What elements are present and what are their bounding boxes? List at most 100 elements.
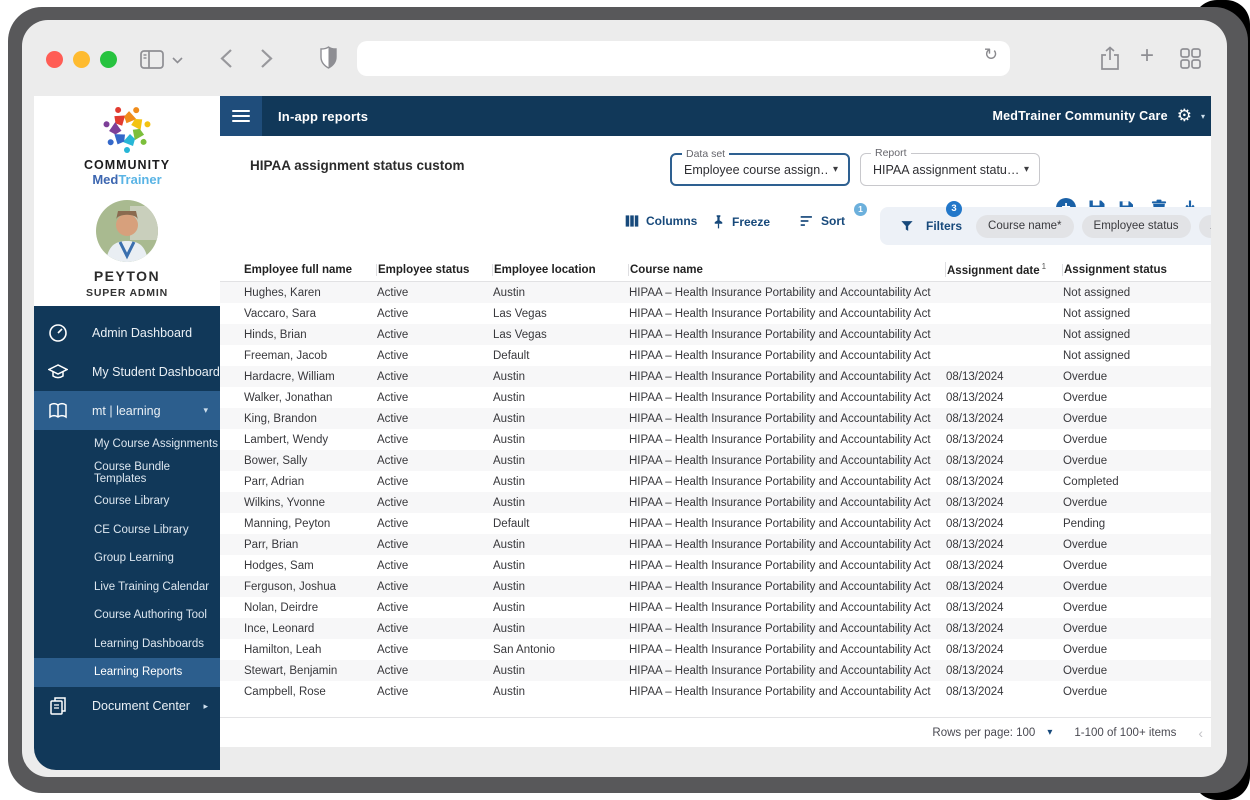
table-row[interactable]: Wilkins, YvonneActiveAustinHIPAA – Healt…	[220, 492, 1211, 513]
sidebar-subitem-live-training-calendar[interactable]: Live Training Calendar	[34, 573, 220, 602]
app-root: COMMUNITY MedTrainer PEYTON SUPE	[34, 96, 1211, 770]
sidebar-subitem-my-course-assignments[interactable]: My Course Assignments	[34, 430, 220, 459]
window-minimize-button[interactable]	[73, 51, 90, 68]
sidebar-subitem-ce-course-library[interactable]: CE Course Library	[34, 516, 220, 545]
table-row[interactable]: Campbell, RoseActiveAustinHIPAA – Health…	[220, 681, 1211, 702]
column-header[interactable]: Employee full name	[220, 264, 376, 276]
filter-chip[interactable]: Course name*	[976, 215, 1074, 238]
table-cell: HIPAA – Health Insurance Portability and…	[628, 686, 945, 698]
sidebar-toggle-icon[interactable]	[140, 50, 164, 69]
columns-button[interactable]: Columns	[625, 214, 697, 228]
sidebar-item-document-center[interactable]: Document Center ▸	[34, 687, 220, 726]
sidebar-subitem-learning-dashboards[interactable]: Learning Dashboards	[34, 630, 220, 659]
table-cell: 08/13/2024	[945, 371, 1062, 383]
table-row[interactable]: Hardacre, WilliamActiveAustinHIPAA – Hea…	[220, 366, 1211, 387]
chevron-down-icon: ▾	[1024, 164, 1029, 175]
back-icon[interactable]	[220, 48, 233, 69]
sidebar-item-my-student-dashboard[interactable]: My Student Dashboard	[34, 352, 220, 391]
filter-icon	[900, 219, 914, 233]
gear-icon[interactable]: ⚙	[1177, 108, 1192, 125]
sidebar-subitem-course-bundle-templates[interactable]: Course Bundle Templates	[34, 459, 220, 488]
sidebar-subitem-course-library[interactable]: Course Library	[34, 487, 220, 516]
table-cell: Hughes, Karen	[220, 287, 376, 299]
table-cell: Hamilton, Leah	[220, 644, 376, 656]
table-row[interactable]: Vaccaro, SaraActiveLas VegasHIPAA – Heal…	[220, 303, 1211, 324]
column-header[interactable]: Assignment status	[1062, 264, 1211, 276]
table-row[interactable]: Nolan, DeirdreActiveAustinHIPAA – Health…	[220, 597, 1211, 618]
dataset-select[interactable]: Data set Employee course assign… ▾	[670, 153, 850, 186]
menu-button[interactable]	[220, 96, 262, 136]
table-cell: HIPAA – Health Insurance Portability and…	[628, 560, 945, 572]
table-cell: Overdue	[1062, 539, 1211, 551]
sidebar-subitem-learning-reports[interactable]: Learning Reports	[34, 658, 220, 687]
sidebar-item-admin-dashboard[interactable]: Admin Dashboard	[34, 313, 220, 352]
filters-button[interactable]: Filters	[926, 219, 962, 233]
sort-button[interactable]: Sort	[800, 214, 845, 228]
table-cell: Austin	[492, 560, 628, 572]
report-select[interactable]: Report HIPAA assignment statu… ▾	[860, 153, 1040, 186]
table-cell: 08/13/2024	[945, 518, 1062, 530]
new-tab-icon[interactable]: +	[1140, 42, 1154, 70]
table-row[interactable]: Hamilton, LeahActiveSan AntonioHIPAA – H…	[220, 639, 1211, 660]
table-cell: HIPAA – Health Insurance Portability and…	[628, 539, 945, 551]
table-row[interactable]: Ince, LeonardActiveAustinHIPAA – Health …	[220, 618, 1211, 639]
sidebar-subitem-group-learning[interactable]: Group Learning	[34, 544, 220, 573]
table-row[interactable]: Manning, PeytonActiveDefaultHIPAA – Heal…	[220, 513, 1211, 534]
table-cell: Overdue	[1062, 413, 1211, 425]
table-row[interactable]: Parr, BrianActiveAustinHIPAA – Health In…	[220, 534, 1211, 555]
share-icon[interactable]	[1100, 46, 1120, 71]
table-cell: Not assigned	[1062, 329, 1211, 341]
table-cell: 08/13/2024	[945, 686, 1062, 698]
forward-icon[interactable]	[260, 48, 273, 69]
tab-overview-icon[interactable]	[1180, 48, 1201, 69]
table-cell: Austin	[492, 539, 628, 551]
table-cell: Austin	[492, 476, 628, 488]
table-cell: HIPAA – Health Insurance Portability and…	[628, 329, 945, 341]
column-header[interactable]: Course name	[628, 264, 945, 276]
window-close-button[interactable]	[46, 51, 63, 68]
shield-icon[interactable]	[319, 46, 338, 70]
table-cell: Hardacre, William	[220, 371, 376, 383]
chevron-down-icon: ▾	[1047, 727, 1052, 738]
sidebar-item-mt-learning[interactable]: mt | learning ▾	[34, 391, 220, 430]
url-bar[interactable]: ↻	[357, 41, 1010, 76]
table-row[interactable]: Hinds, BrianActiveLas VegasHIPAA – Healt…	[220, 324, 1211, 345]
table-cell: Bower, Sally	[220, 455, 376, 467]
filters-count-badge: 3	[946, 201, 962, 217]
table-cell: 08/13/2024	[945, 623, 1062, 635]
table-row[interactable]: Walker, JonathanActiveAustinHIPAA – Heal…	[220, 387, 1211, 408]
gear-caret-icon[interactable]: ▾	[1201, 112, 1205, 121]
table-cell: Active	[376, 560, 492, 572]
sidebar-chevron-down-icon[interactable]	[172, 56, 183, 64]
table-cell: HIPAA – Health Insurance Portability and…	[628, 665, 945, 677]
window-zoom-button[interactable]	[100, 51, 117, 68]
report-title: HIPAA assignment status custom	[250, 158, 465, 173]
previous-page-icon[interactable]: ‹	[1198, 725, 1203, 741]
table-row[interactable]: Hughes, KarenActiveAustinHIPAA – Health …	[220, 282, 1211, 303]
table-row[interactable]: Ferguson, JoshuaActiveAustinHIPAA – Heal…	[220, 576, 1211, 597]
table-cell: Austin	[492, 602, 628, 614]
brand-community: COMMUNITY	[34, 158, 220, 172]
sidebar-subitem-course-authoring-tool[interactable]: Course Authoring Tool	[34, 601, 220, 630]
column-header[interactable]: Employee location	[492, 264, 628, 276]
table-row[interactable]: Hodges, SamActiveAustinHIPAA – Health In…	[220, 555, 1211, 576]
table-cell: San Antonio	[492, 644, 628, 656]
column-header[interactable]: Assignment date1	[945, 262, 1062, 277]
avatar[interactable]	[96, 200, 158, 262]
table-row[interactable]: King, BrandonActiveAustinHIPAA – Health …	[220, 408, 1211, 429]
filter-chip[interactable]: Employee status	[1082, 215, 1191, 238]
table-row[interactable]: Freeman, JacobActiveDefaultHIPAA – Healt…	[220, 345, 1211, 366]
column-header[interactable]: Employee status	[376, 264, 492, 276]
table-cell: Parr, Brian	[220, 539, 376, 551]
table-cell: Hodges, Sam	[220, 560, 376, 572]
reload-icon[interactable]: ↻	[984, 45, 998, 65]
filter-chip[interactable]: Assignment date	[1199, 215, 1211, 238]
freeze-button[interactable]: Freeze	[712, 214, 770, 229]
table-row[interactable]: Stewart, BenjaminActiveAustinHIPAA – Hea…	[220, 660, 1211, 681]
hamburger-icon	[232, 115, 250, 117]
rows-per-page-select[interactable]: Rows per page: 100 ▾	[932, 727, 1052, 739]
table-row[interactable]: Bower, SallyActiveAustinHIPAA – Health I…	[220, 450, 1211, 471]
table-row[interactable]: Parr, AdrianActiveAustinHIPAA – Health I…	[220, 471, 1211, 492]
sort-count-badge: 1	[854, 203, 867, 216]
table-row[interactable]: Lambert, WendyActiveAustinHIPAA – Health…	[220, 429, 1211, 450]
